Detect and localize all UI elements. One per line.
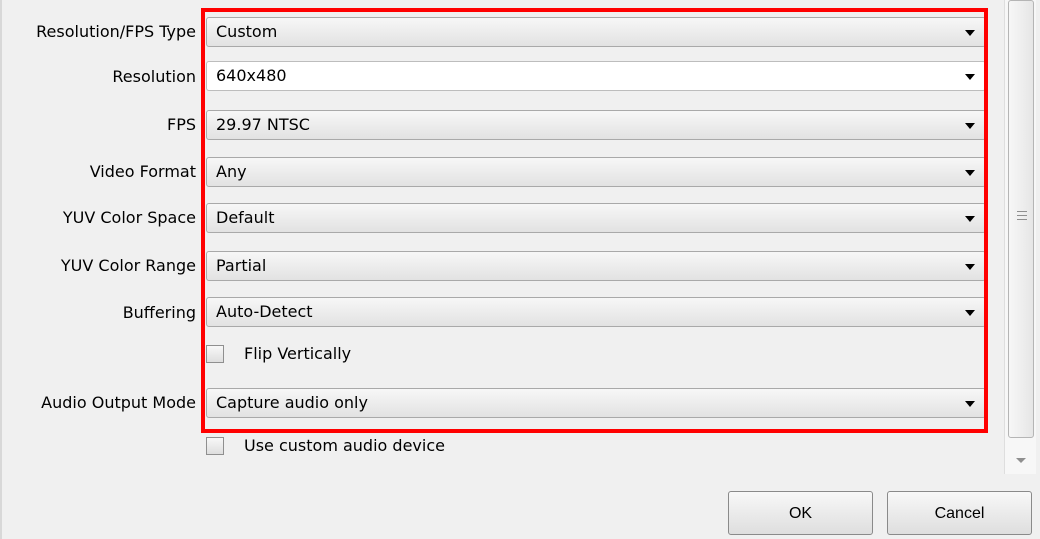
- audio-output-mode-label: Audio Output Mode: [41, 393, 196, 412]
- chevron-down-icon: [965, 310, 975, 316]
- audio-output-mode-value: Capture audio only: [216, 393, 368, 412]
- fps-label: FPS: [166, 115, 196, 134]
- resolution-label: Resolution: [112, 67, 196, 86]
- scroll-thumb[interactable]: [1008, 0, 1034, 438]
- buffering-value: Auto-Detect: [216, 302, 313, 321]
- scroll-grip-icon: [1017, 211, 1027, 223]
- audio-output-mode-dropdown[interactable]: Capture audio only: [206, 388, 986, 418]
- use-custom-audio-device-checkbox[interactable]: [206, 437, 224, 455]
- use-custom-audio-device-label[interactable]: Use custom audio device: [244, 436, 445, 456]
- yuv-color-range-dropdown[interactable]: Partial: [206, 251, 986, 281]
- chevron-down-icon: [965, 123, 975, 129]
- fps-dropdown[interactable]: 29.97 NTSC: [206, 110, 986, 140]
- yuv-color-range-value: Partial: [216, 256, 267, 275]
- resolution-fps-type-dropdown[interactable]: Custom: [206, 17, 986, 47]
- yuv-color-space-label: YUV Color Space: [62, 208, 196, 227]
- chevron-down-icon: [965, 216, 975, 222]
- buffering-label: Buffering: [122, 303, 196, 322]
- scroll-down-icon[interactable]: [1016, 458, 1026, 463]
- chevron-down-icon: [965, 170, 975, 176]
- chevron-down-icon: [965, 401, 975, 407]
- flip-vertically-checkbox[interactable]: [206, 345, 224, 363]
- video-format-label: Video Format: [89, 162, 196, 181]
- yuv-color-range-label: YUV Color Range: [60, 256, 196, 275]
- resolution-value: 640x480: [216, 66, 287, 85]
- resolution-fps-type-label: Resolution/FPS Type: [36, 22, 196, 41]
- window-edge: [0, 0, 2, 539]
- resolution-fps-type-value: Custom: [216, 22, 278, 41]
- properties-dialog: Resolution/FPS Type Custom Resolution 64…: [0, 0, 1040, 539]
- resolution-combobox[interactable]: 640x480: [206, 61, 986, 91]
- vertical-scrollbar[interactable]: [1004, 0, 1036, 474]
- video-format-value: Any: [216, 162, 247, 181]
- ok-button[interactable]: OK: [728, 491, 873, 535]
- video-format-dropdown[interactable]: Any: [206, 157, 986, 187]
- chevron-down-icon: [965, 30, 975, 36]
- yuv-color-space-value: Default: [216, 208, 275, 227]
- chevron-down-icon: [965, 264, 975, 270]
- fps-value: 29.97 NTSC: [216, 115, 310, 134]
- flip-vertically-label[interactable]: Flip Vertically: [244, 344, 351, 364]
- chevron-down-icon: [965, 74, 975, 80]
- cancel-button[interactable]: Cancel: [887, 491, 1032, 535]
- yuv-color-space-dropdown[interactable]: Default: [206, 203, 986, 233]
- buffering-dropdown[interactable]: Auto-Detect: [206, 297, 986, 327]
